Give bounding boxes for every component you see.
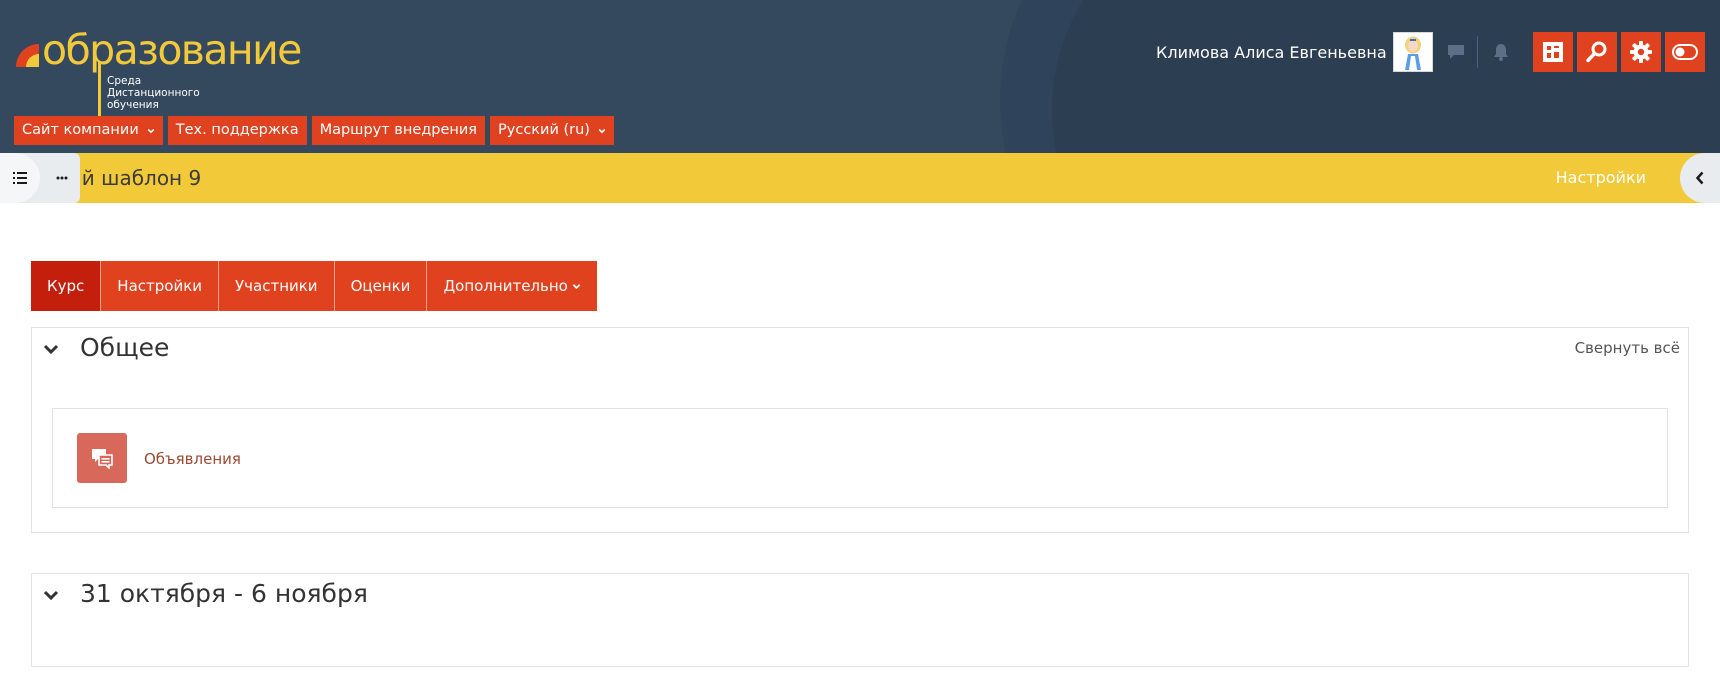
course-header-bar: ый шаблон 9 Настройки xyxy=(0,153,1720,203)
activity-item: Объявления xyxy=(52,408,1668,508)
open-block-drawer-button[interactable] xyxy=(1680,153,1720,203)
nav-label: Тех. поддержка xyxy=(175,122,299,138)
nav-tech-support[interactable]: Тех. поддержка xyxy=(167,116,307,145)
settings-link[interactable]: Настройки xyxy=(1556,153,1646,203)
toggle-button[interactable] xyxy=(1665,32,1705,72)
header-actions xyxy=(1533,32,1705,72)
search-button[interactable] xyxy=(1577,32,1617,72)
logo-tagline-line: Среда xyxy=(107,75,142,87)
user-menu[interactable]: Климова Алиса Евгеньевна xyxy=(1156,32,1512,72)
toggle-icon xyxy=(1672,44,1698,60)
section-title: Общее xyxy=(80,333,170,362)
tab-more[interactable]: Дополнительно xyxy=(427,261,597,311)
gear-icon xyxy=(1630,41,1652,63)
header-decoration xyxy=(1052,0,1720,153)
more-options-button[interactable] xyxy=(44,153,80,203)
logo-mark-icon xyxy=(16,44,39,67)
nav-implementation-route[interactable]: Маршрут внедрения xyxy=(311,116,486,145)
chevron-down-icon xyxy=(598,128,606,133)
user-name[interactable]: Климова Алиса Евгеньевна xyxy=(1156,43,1387,62)
chevron-down-icon xyxy=(147,128,155,133)
tab-label: Оценки xyxy=(350,277,411,295)
collapse-all-link[interactable]: Свернуть всё xyxy=(1575,328,1680,368)
logo-tagline: Среда Дистанционного обучения xyxy=(107,75,227,111)
chevron-down-icon[interactable] xyxy=(42,586,60,604)
tab-label: Настройки xyxy=(117,277,203,295)
chevron-down-icon xyxy=(572,283,581,289)
chevron-down-icon[interactable] xyxy=(42,340,60,358)
ellipsis-icon xyxy=(56,176,68,180)
list-icon xyxy=(13,172,27,184)
logo-tagline-line: обучения xyxy=(107,99,159,111)
nav-language[interactable]: Русский ‎(ru)‎ xyxy=(490,116,614,145)
top-navigation: Сайт компании Тех. поддержка Маршрут вне… xyxy=(14,116,614,146)
course-tabs: Курс Настройки Участники Оценки Дополнит… xyxy=(31,261,597,311)
forum-icon[interactable] xyxy=(77,433,127,483)
bell-icon[interactable] xyxy=(1490,41,1512,63)
search-icon xyxy=(1586,41,1607,63)
logo-wordmark: образование xyxy=(42,26,302,74)
activity-link[interactable]: Объявления xyxy=(144,409,241,509)
message-icon[interactable] xyxy=(1445,41,1467,63)
tab-grades[interactable]: Оценки xyxy=(334,261,428,311)
dashboard-icon xyxy=(1543,42,1563,62)
logo-tagline-line: Дистанционного xyxy=(107,87,200,99)
course-section-general: Общее Свернуть всё Объявления xyxy=(31,327,1689,533)
tab-label: Дополнительно xyxy=(443,277,568,295)
avatar[interactable] xyxy=(1392,32,1433,72)
tab-label: Участники xyxy=(235,277,318,295)
settings-button[interactable] xyxy=(1621,32,1661,72)
tab-course[interactable]: Курс xyxy=(31,261,102,311)
nav-label: Сайт компании xyxy=(22,122,139,138)
nav-label: Маршрут внедрения xyxy=(319,122,478,138)
course-section-week: 31 октября - 6 ноября xyxy=(31,573,1689,667)
tab-participants[interactable]: Участники xyxy=(219,261,335,311)
site-logo[interactable]: образование Среда Дистанционного обучени… xyxy=(14,26,314,138)
section-title: 31 октября - 6 ноября xyxy=(80,579,368,608)
chevron-left-icon xyxy=(1695,171,1704,185)
avatar-image xyxy=(1404,36,1421,70)
course-title: ый шаблон 9 xyxy=(66,166,202,190)
tab-label: Курс xyxy=(47,277,85,295)
site-header: образование Среда Дистанционного обучени… xyxy=(0,0,1720,153)
nav-label: Русский ‎(ru)‎ xyxy=(498,122,590,138)
nav-company-site[interactable]: Сайт компании xyxy=(14,116,163,145)
dashboard-button[interactable] xyxy=(1533,32,1573,72)
divider xyxy=(1476,36,1478,68)
tab-settings[interactable]: Настройки xyxy=(101,261,220,311)
